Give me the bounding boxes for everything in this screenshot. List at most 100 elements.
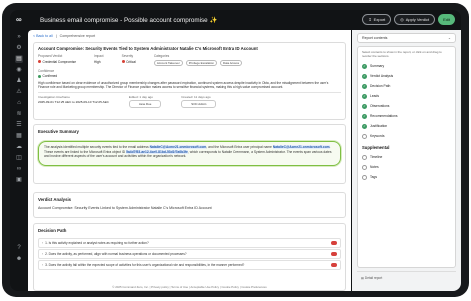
page-title-text: Business email compromise - Possible acc… <box>40 17 208 24</box>
section-toggle-summary[interactable]: ✓ Summary <box>358 61 455 71</box>
calendar-icon[interactable]: ▣ <box>15 176 23 184</box>
categories-label: Categories <box>153 54 170 58</box>
breadcrumb-current: Comprehensive report <box>59 33 96 38</box>
breadcrumb: < Back to all | Comprehensive report <box>28 30 351 41</box>
checkmark-icon[interactable]: ✓ <box>362 123 367 129</box>
timeframe-value: 2025-09-01 T12:25 AEC to 2025-09-10 T12:… <box>38 100 109 105</box>
list-icon[interactable]: ☰ <box>15 121 23 129</box>
supplemental-toggle-notes[interactable]: Notes <box>358 162 455 172</box>
supplemental-toggle-tags[interactable]: Tags <box>358 172 455 182</box>
impact-value: High <box>93 59 101 64</box>
edited-label: Edited: 1 day ago <box>128 95 154 100</box>
expand-icon[interactable]: » <box>15 33 23 41</box>
empty-checkbox-icon[interactable] <box>362 154 367 160</box>
status-flag-icon <box>331 263 337 267</box>
supplemental-toggle-timeline[interactable]: Timeline <box>358 152 455 162</box>
decision-path-row[interactable]: › 1. Is this activity explained or analys… <box>38 238 341 248</box>
created-by-button[interactable]: SOC Admin <box>181 100 217 109</box>
section-label: Notes <box>370 165 379 169</box>
cloud-icon[interactable]: ☁ <box>15 143 23 151</box>
checkmark-icon[interactable]: ✓ <box>362 93 367 99</box>
section-toggle-decision-path[interactable]: ✓ Decision Path <box>358 81 455 91</box>
detail-report-icon: ▤ <box>361 276 365 280</box>
investigations-icon[interactable]: ◉ <box>15 66 23 74</box>
checkmark-icon[interactable]: ✓ <box>362 103 367 109</box>
graph-icon[interactable]: ≋ <box>15 110 23 118</box>
section-label: Tags <box>370 175 377 179</box>
account-icon[interactable]: ☻ <box>15 255 23 263</box>
upn-highlight[interactable]: NatalieC@Acme21.onmicrosoft.com <box>272 145 330 149</box>
proposed-verdict-label: Proposed Verdict <box>38 54 63 58</box>
timeframe-label: Investigation timeframe <box>38 95 70 100</box>
report-contents-dropdown[interactable]: Report contents ⌄ <box>357 33 456 43</box>
section-label: Leads <box>370 94 379 98</box>
users-icon[interactable]: ♟ <box>15 77 23 85</box>
decision-path-question: 2. Does the activity, as performed, alig… <box>45 252 187 256</box>
verdict-dot-icon <box>38 60 41 63</box>
page-title: Business email compromise - Possible acc… <box>40 16 217 24</box>
chevron-right-icon: › <box>42 241 44 245</box>
chevron-right-icon: › <box>42 263 44 267</box>
apply-verdict-label: Apply Verdict <box>405 17 430 22</box>
summary-text: The analysis identified multiple securit… <box>44 145 150 149</box>
breadcrumb-separator: | <box>55 33 57 38</box>
apply-verdict-button[interactable]: ◎ Apply Verdict <box>394 14 436 25</box>
export-button[interactable]: ↥ Export <box>362 14 392 25</box>
created-field: Created: 11 days ago SOC Admin <box>181 95 217 109</box>
verdict-icon: ◎ <box>400 17 404 22</box>
apps-icon[interactable]: ◫ <box>15 154 23 162</box>
category-tag[interactable]: Data Access <box>219 59 243 66</box>
empty-checkbox-icon[interactable] <box>362 164 367 170</box>
report-header-card: Account Compromise: Security Events Tied… <box>33 42 346 120</box>
verdict-analysis-card: Verdict Analysis Account Compromise: Sec… <box>33 192 346 218</box>
edited-by-button[interactable]: Jane Doe <box>128 100 162 109</box>
created-label: Created: 11 days ago <box>181 95 211 100</box>
grid-icon[interactable]: ▦ <box>15 132 23 140</box>
checkmark-icon[interactable]: ✓ <box>362 73 367 79</box>
report-meta: Proposed Verdict Credential Compromise I… <box>34 54 345 66</box>
back-link[interactable]: < Back to all <box>33 34 53 38</box>
category-tag[interactable]: Privilege Escalation <box>185 59 217 66</box>
decision-path-row[interactable]: › 3. Does the activity fall within the ex… <box>38 260 341 270</box>
empty-checkbox-icon[interactable] <box>362 174 367 180</box>
section-label: Recommendations <box>370 114 398 118</box>
executive-summary-card: Executive Summary The analysis identifie… <box>33 124 346 184</box>
report-contents-hint: Select contents to show in the report, o… <box>362 50 442 58</box>
settings-icon[interactable]: ⚙ <box>15 44 23 52</box>
checkmark-icon[interactable]: ✓ <box>362 63 367 69</box>
confidence-value: Confirmed <box>42 74 58 78</box>
app-logo-icon[interactable]: ∞ <box>16 16 28 24</box>
section-toggle-justification[interactable]: ✓ Justification <box>358 121 455 131</box>
email-highlight[interactable]: NatalieC@Acme21.onmicrosoft.com <box>149 145 207 149</box>
link-icon[interactable]: ∞ <box>15 165 23 173</box>
chevron-down-icon: ⌄ <box>447 36 451 40</box>
object-id-highlight[interactable]: 5a4d7f53-ae12-4ce0-81bd-53d1f7a6b3fe <box>126 149 188 154</box>
reports-icon[interactable]: ▤ <box>15 55 23 63</box>
home-icon[interactable]: ⌂ <box>15 99 23 107</box>
verdict-analysis-subtitle: Account Compromise: Security Events Link… <box>38 206 212 210</box>
detail-report-toggle[interactable]: ▤ Detail report <box>357 271 456 285</box>
alerts-icon[interactable]: ⚠ <box>15 88 23 96</box>
section-toggle-keywords[interactable]: Keywords <box>358 131 455 141</box>
report-timeframe: Investigation timeframe 2025-09-01 T12:2… <box>34 93 345 110</box>
report-contents-panel: Report contents ⌄ Select contents to sho… <box>352 30 461 291</box>
export-label: Export <box>373 17 386 22</box>
executive-summary-text[interactable]: The analysis identified multiple securit… <box>38 141 341 166</box>
chevron-right-icon: › <box>42 252 44 256</box>
decision-path-row[interactable]: › 2. Does the activity, as performed, ali… <box>38 249 341 259</box>
section-toggle-recommendations[interactable]: ✓ Recommendations <box>358 111 455 121</box>
help-icon[interactable]: ? <box>15 244 23 252</box>
section-label: Verdict Analysis <box>370 74 394 78</box>
checkmark-icon[interactable]: ✓ <box>362 83 367 89</box>
checkmark-icon[interactable]: ✓ <box>362 113 367 119</box>
empty-checkbox-icon[interactable] <box>362 133 367 139</box>
section-toggle-verdict-analysis[interactable]: ✓ Verdict Analysis <box>358 71 455 81</box>
category-tag[interactable]: Account Takeover <box>153 59 183 66</box>
section-toggle-observations[interactable]: ✓ Observations <box>358 101 455 111</box>
report-content: < Back to all | Comprehensive report Acc… <box>28 30 351 291</box>
severity-dot-icon <box>121 60 125 63</box>
edit-button[interactable]: Edit <box>438 14 455 25</box>
export-icon: ↥ <box>368 17 372 22</box>
summary-text: , and the Microsoft Entra user principal… <box>206 145 273 149</box>
section-toggle-leads[interactable]: ✓ Leads <box>358 91 455 101</box>
